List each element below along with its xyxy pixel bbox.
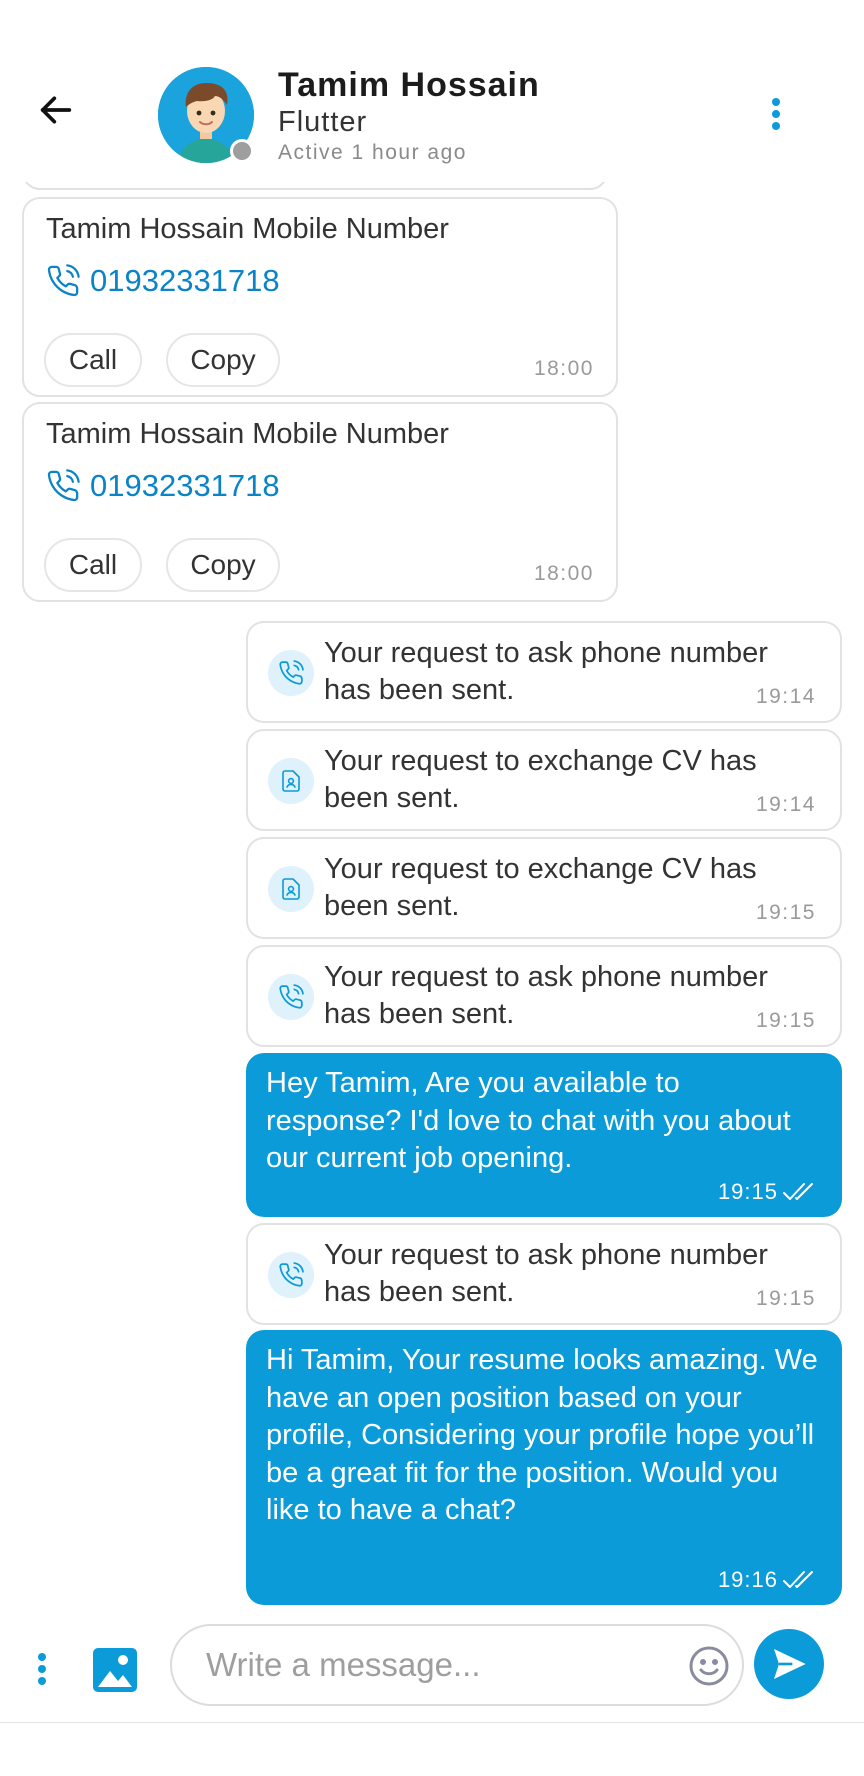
notice-text: Your request to exchange CV has been sen…	[324, 745, 757, 814]
request-notice: Your request to ask phone number has bee…	[246, 945, 842, 1047]
contact-subtitle: Flutter	[278, 106, 368, 138]
message-time: 19:15	[755, 901, 816, 924]
contact-name: Tamim Hossain	[278, 66, 540, 104]
back-button[interactable]	[36, 90, 84, 138]
phone-link[interactable]: 01932331718	[46, 468, 280, 504]
phone-icon	[47, 264, 80, 297]
message-time: 19:15	[755, 1287, 816, 1310]
request-notice: Your request to ask phone number has bee…	[246, 621, 842, 723]
call-button[interactable]: Call	[44, 333, 142, 387]
message-text: Hey Tamim, Are you available to response…	[266, 1067, 791, 1174]
notice-text: Your request to ask phone number has bee…	[324, 637, 768, 706]
bottom-divider	[0, 1722, 864, 1723]
message-time: 19:15	[717, 1179, 778, 1204]
status-dot	[230, 139, 254, 163]
document-icon	[268, 866, 314, 912]
send-icon	[774, 1649, 806, 1679]
message-time: 18:00	[533, 562, 594, 585]
phone-icon	[268, 974, 314, 1020]
call-button[interactable]: Call	[44, 538, 142, 592]
message-time: 19:14	[755, 685, 816, 708]
phone-icon	[268, 1252, 314, 1298]
send-button[interactable]	[754, 1629, 824, 1699]
document-icon	[268, 758, 314, 804]
message-input[interactable]	[206, 1640, 646, 1690]
notice-text: Your request to ask phone number has bee…	[324, 1239, 768, 1308]
more-vertical-icon	[38, 1653, 46, 1685]
contact-card-title: Tamim Hossain Mobile Number	[46, 418, 449, 450]
phone-icon	[268, 650, 314, 696]
phone-icon	[47, 469, 80, 502]
more-vertical-icon	[772, 98, 780, 130]
request-notice: Your request to ask phone number has bee…	[246, 1223, 842, 1325]
message-composer	[0, 1615, 864, 1725]
message-input-wrapper	[170, 1624, 744, 1706]
contact-card-title: Tamim Hossain Mobile Number	[46, 213, 449, 245]
message-time: 18:00	[533, 357, 594, 380]
notice-text: Your request to exchange CV has been sen…	[324, 853, 757, 922]
request-notice: Your request to exchange CV has been sen…	[246, 729, 842, 831]
request-notice: Your request to exchange CV has been sen…	[246, 837, 842, 939]
emoji-button[interactable]	[688, 1645, 730, 1687]
notice-text: Your request to ask phone number has bee…	[324, 961, 768, 1030]
attachment-menu-button[interactable]	[30, 1645, 54, 1693]
sent-message-bubble[interactable]: Hi Tamim, Your resume looks amazing. We …	[246, 1330, 842, 1605]
more-options-button[interactable]	[760, 92, 792, 140]
copy-button[interactable]: Copy	[166, 333, 280, 387]
copy-button[interactable]: Copy	[166, 538, 280, 592]
avatar[interactable]	[158, 67, 254, 163]
message-time: 19:15	[755, 1009, 816, 1032]
message-time: 19:14	[755, 793, 816, 816]
double-check-icon	[783, 1571, 813, 1588]
double-check-icon	[783, 1183, 813, 1200]
contact-card: Tamim Hossain Mobile Number 01932331718 …	[22, 197, 618, 397]
contact-card: Tamim Hossain Mobile Number 01932331718 …	[22, 402, 618, 602]
image-icon	[93, 1648, 137, 1692]
phone-number: 01932331718	[90, 468, 280, 503]
message-text: Hi Tamim, Your resume looks amazing. We …	[266, 1344, 818, 1526]
image-button[interactable]	[92, 1647, 138, 1693]
phone-link[interactable]: 01932331718	[46, 263, 280, 299]
message-time: 19:16	[717, 1567, 778, 1592]
chat-header: Tamim Hossain Flutter Active 1 hour ago	[0, 0, 864, 182]
emoji-icon	[689, 1646, 729, 1686]
phone-number: 01932331718	[90, 263, 280, 298]
active-status: Active 1 hour ago	[278, 141, 467, 164]
sent-message-bubble[interactable]: Hey Tamim, Are you available to response…	[246, 1053, 842, 1217]
arrow-left-icon	[40, 96, 72, 124]
message-list[interactable]: Tamim Hossain Mobile Number 01932331718 …	[0, 0, 864, 1615]
